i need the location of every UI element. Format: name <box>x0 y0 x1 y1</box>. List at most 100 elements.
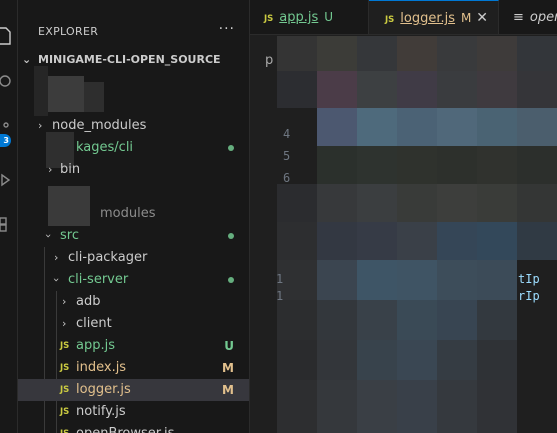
more-actions-icon[interactable]: ··· <box>219 21 235 37</box>
tree-item-label: app.js <box>76 338 115 353</box>
obscured-region <box>437 146 477 184</box>
tree-item-cli-packager[interactable]: › cli-packager <box>18 247 249 269</box>
line-number: 6 <box>283 171 291 185</box>
obscured-region <box>357 184 397 222</box>
tree-item-openbrowser-js[interactable]: JS openBrowser.js <box>18 423 249 433</box>
obscured-region <box>477 340 517 380</box>
obscured-region <box>357 340 397 380</box>
modified-dot-icon <box>228 233 234 239</box>
tree-item-app-js[interactable]: JS app.js U <box>18 335 249 357</box>
search-icon[interactable] <box>0 72 18 92</box>
obscured-region <box>437 260 477 300</box>
workspace-root-label: MINIGAME-CLI-OPEN_SOURCE <box>38 53 221 66</box>
scm-badge: 3 <box>0 134 11 147</box>
editor-tab-bar: JS app.js U JS logger.js M ✕ ≡ open <box>250 0 557 35</box>
code-fragment: rIp <box>518 289 540 303</box>
tree-item-client[interactable]: › client <box>18 313 249 335</box>
tab-app-js[interactable]: JS app.js U <box>250 0 369 34</box>
obscured-region <box>317 340 357 380</box>
tree-item-label: bin <box>60 162 81 177</box>
tree-item-notify-js[interactable]: JS notify.js <box>18 401 249 423</box>
javascript-file-icon: JS <box>264 14 274 24</box>
tree-item-label: index.js <box>76 360 127 375</box>
files-icon[interactable] <box>0 26 18 46</box>
tree-item-label: client <box>76 316 112 331</box>
git-status-badge: U <box>324 10 334 24</box>
obscured-region <box>357 380 397 433</box>
obscured-region <box>317 260 357 300</box>
obscured-region <box>437 340 477 380</box>
tab-preview[interactable]: ≡ open <box>499 0 557 34</box>
obscured-region <box>477 108 517 146</box>
tab-logger-js[interactable]: JS logger.js M ✕ <box>369 0 499 34</box>
obscured-region <box>517 36 557 71</box>
obscured-region <box>477 380 517 433</box>
obscured-region <box>317 184 357 222</box>
git-status-badge: M <box>222 383 234 397</box>
chevron-down-icon: ⌄ <box>22 53 32 66</box>
obscured-region <box>357 222 397 260</box>
obscured-region <box>437 184 477 222</box>
tree-item-label: cli-server <box>68 272 129 287</box>
tree-item-label: cli-packager <box>68 250 148 265</box>
chevron-down-icon: › <box>50 277 64 283</box>
tree-item-label: notify.js <box>76 404 126 419</box>
obscured-region <box>477 184 517 222</box>
tree-item-label: src <box>60 228 79 243</box>
tree-item-label: node_modules <box>52 118 147 133</box>
obscured-region <box>277 340 317 380</box>
tab-label: open <box>529 10 557 25</box>
editor-area[interactable]: p 4 5 6 1 1 tIp rIp <box>250 36 557 433</box>
obscured-region <box>277 71 317 108</box>
run-debug-icon[interactable] <box>0 170 18 190</box>
tree-item-bin[interactable]: › bin <box>18 159 249 181</box>
obscured-region <box>317 71 357 108</box>
modified-dot-icon <box>228 277 234 283</box>
tree-item-label: adb <box>76 294 101 309</box>
tree-item-packages-cli[interactable]: kages/cli <box>18 137 249 159</box>
javascript-file-icon: JS <box>60 341 70 351</box>
obscured-region <box>277 36 317 71</box>
obscured-region <box>517 146 557 184</box>
tree-item-index-js[interactable]: JS index.js M <box>18 357 249 379</box>
chevron-down-icon: › <box>42 233 56 239</box>
workspace-root[interactable]: ⌄ MINIGAME-CLI-OPEN_SOURCE <box>18 49 249 71</box>
tree-item-label: kages/cli <box>76 140 134 155</box>
obscured-region <box>477 71 517 108</box>
line-number: 1 <box>276 289 284 303</box>
obscured-region <box>277 380 317 433</box>
tree-item-src[interactable]: › src <box>18 225 249 247</box>
obscured-region <box>317 146 357 184</box>
javascript-file-icon: JS <box>385 15 395 25</box>
obscured-region <box>517 222 557 260</box>
obscured-region <box>357 260 397 300</box>
breadcrumb[interactable]: p <box>265 53 273 68</box>
activity-bar: 3 <box>0 0 18 433</box>
obscured-region <box>317 36 357 71</box>
obscured-region <box>517 184 557 222</box>
obscured-region <box>357 71 397 108</box>
git-status-badge: M <box>222 361 234 375</box>
git-status-badge: U <box>224 339 234 353</box>
obscured-region <box>517 108 557 146</box>
tree-item-node-modules[interactable]: › node_modules <box>18 115 249 137</box>
obscured-region <box>397 184 437 222</box>
obscured-region <box>437 300 477 340</box>
close-icon[interactable]: ✕ <box>476 1 488 34</box>
obscured-region <box>437 222 477 260</box>
obscured-region <box>277 300 317 340</box>
obscured-region <box>34 66 48 116</box>
explorer-title: EXPLORER <box>38 25 99 38</box>
tree-item-logger-js[interactable]: JS logger.js M <box>18 379 249 401</box>
obscured-region <box>317 108 357 146</box>
extensions-icon[interactable] <box>0 214 18 234</box>
tree-item-cli-server[interactable]: › cli-server <box>18 269 249 291</box>
javascript-file-icon: JS <box>60 423 69 433</box>
tree-item-adb[interactable]: › adb <box>18 291 249 313</box>
obscured-region <box>477 260 517 300</box>
line-number: 1 <box>276 272 284 286</box>
explorer-sidebar: EXPLORER ··· ⌄ MINIGAME-CLI-OPEN_SOURCE … <box>18 0 250 433</box>
tree-item-modules[interactable]: modules <box>18 203 249 225</box>
obscured-region <box>357 146 397 184</box>
chevron-right-icon: › <box>62 317 67 330</box>
